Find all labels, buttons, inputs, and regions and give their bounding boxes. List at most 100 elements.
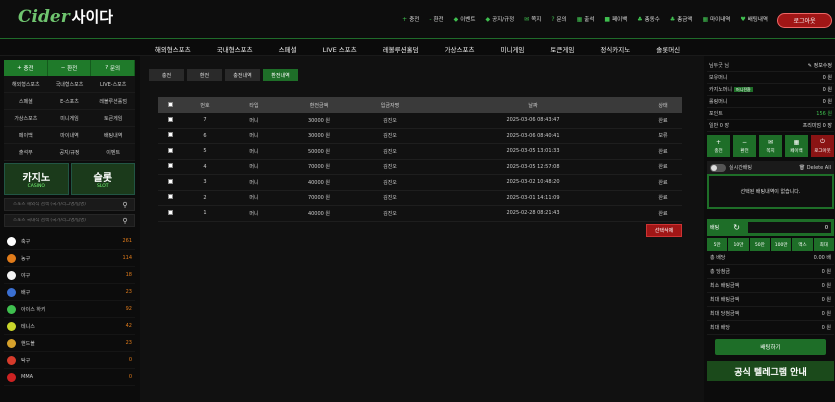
- side-menu-item[interactable]: 국내형스포츠: [47, 76, 92, 93]
- top-nav-my-history[interactable]: ▦ 마이내역: [697, 15, 735, 24]
- message-button[interactable]: ✉ 쪽지: [759, 135, 782, 157]
- main-nav-item[interactable]: 스페셜: [279, 39, 297, 55]
- amount-button[interactable]: 10만: [728, 238, 749, 251]
- sport-item-basketball[interactable]: 농구 114: [4, 250, 135, 267]
- sidebar-logout-button[interactable]: ⏻ 로그아웃: [811, 135, 834, 157]
- logo[interactable]: Cider 사이다: [18, 6, 113, 27]
- quick-withdraw-button[interactable]: − 환전: [47, 60, 92, 76]
- row-checkbox[interactable]: [167, 116, 173, 122]
- search-icon[interactable]: ⚲: [119, 217, 131, 225]
- withdraw-button[interactable]: − 환전: [733, 135, 756, 157]
- top-nav-payback[interactable]: ■ 페이백: [599, 15, 632, 24]
- main-nav-item[interactable]: 국내형스포츠: [217, 39, 253, 55]
- tab-deposit-history[interactable]: 충전내역: [225, 69, 260, 81]
- row-checkbox[interactable]: [167, 194, 173, 200]
- top-nav-message[interactable]: ✉ 쪽지: [519, 15, 546, 24]
- tab-withdraw[interactable]: 환전: [187, 69, 222, 81]
- select-all-checkbox[interactable]: [167, 101, 173, 107]
- payback-button[interactable]: ▦ 페이백: [785, 135, 808, 157]
- cell-date: 2025-03-06 08:40:41: [506, 132, 560, 139]
- main-nav-item[interactable]: 토큰게임: [550, 39, 574, 55]
- sport-item-volleyball[interactable]: 배구 23: [4, 284, 135, 301]
- row-checkbox-cell: [158, 116, 182, 124]
- casino-banner[interactable]: 카지노 CASINO: [4, 163, 69, 195]
- telegram-banner[interactable]: 공식 텔레그램 안내: [707, 361, 834, 381]
- row-checkbox[interactable]: [167, 209, 173, 215]
- top-nav-withdraw[interactable]: - 환전: [424, 15, 448, 24]
- refresh-icon[interactable]: ↻: [733, 223, 740, 232]
- amount-button[interactable]: 맥스: [792, 238, 813, 251]
- side-menu-item[interactable]: E-스포츠: [47, 93, 92, 110]
- row-checkbox-cell: [158, 147, 182, 155]
- sport-item-handball[interactable]: 핸드볼 23: [4, 335, 135, 352]
- tab-deposit[interactable]: 충전: [149, 69, 184, 81]
- main-nav-item[interactable]: 미니게임: [500, 39, 524, 55]
- top-nav-inquiry[interactable]: ? 문의: [546, 15, 571, 24]
- amount-button[interactable]: 최대: [813, 238, 834, 251]
- delete-selected-button[interactable]: 선택삭제: [646, 224, 682, 237]
- sport-item-table-tennis[interactable]: 탁구 0: [4, 352, 135, 369]
- right-sidebar: 님두긋 님 ✎ 정보수정 보유머니 0 원 카지노머니 머니전환 0 원 롤링머니 0 …: [707, 60, 834, 402]
- side-menu-item[interactable]: 가상스포츠: [4, 110, 48, 127]
- row-checkbox[interactable]: [167, 178, 173, 184]
- side-menu-item[interactable]: 레볼루션홀덤: [91, 93, 135, 110]
- top-nav-bet-history[interactable]: ♥ 배팅내역: [735, 15, 773, 24]
- sport-item-soccer[interactable]: 축구 261: [4, 233, 135, 250]
- amount-button[interactable]: 5만: [707, 238, 728, 251]
- deposit-button[interactable]: + 충전: [707, 135, 730, 157]
- main-nav-item[interactable]: LIVE 스포츠: [323, 39, 357, 55]
- main-nav-item[interactable]: 레볼루션홀덤: [383, 39, 419, 55]
- side-menu-item[interactable]: 해외형스포츠: [4, 76, 48, 93]
- top-nav-deposit[interactable]: + 충전: [397, 15, 424, 24]
- slot-banner[interactable]: 슬롯 SLOT: [70, 163, 135, 195]
- row-checkbox[interactable]: [167, 132, 173, 138]
- top-nav-event[interactable]: ◆ 이벤트: [449, 15, 481, 24]
- side-menu-item[interactable]: 이벤트: [91, 144, 135, 161]
- side-menu-item[interactable]: 마이내역: [47, 127, 92, 144]
- row-checkbox[interactable]: [167, 163, 173, 169]
- bet-amount-input[interactable]: 0: [747, 222, 831, 233]
- edit-profile-link[interactable]: ✎ 정보수정: [808, 62, 832, 69]
- side-menu-item[interactable]: 토큰게임: [91, 110, 135, 127]
- main-nav-item[interactable]: 솔롯머신: [656, 39, 680, 55]
- col-type: 타입: [249, 102, 259, 109]
- min-bet-row: 최소 배팅금액 0 원: [707, 279, 834, 293]
- row-checkbox[interactable]: [167, 147, 173, 153]
- main-nav-item[interactable]: 해외형스포츠: [155, 39, 191, 55]
- side-menu-item[interactable]: 배팅내역: [91, 127, 135, 144]
- side-menu-item[interactable]: LIVE-스포츠: [91, 76, 135, 93]
- place-bet-button[interactable]: 배팅하기: [715, 339, 826, 355]
- search-icon[interactable]: ⚲: [119, 201, 131, 209]
- side-menu-item[interactable]: 미니게임: [47, 110, 92, 127]
- convert-money-button[interactable]: 머니전환: [734, 87, 753, 92]
- amount-button[interactable]: 100만: [770, 238, 792, 251]
- side-menu-item[interactable]: 페이백: [4, 127, 48, 144]
- top-nav-attendance[interactable]: ▦ 출석: [572, 15, 600, 24]
- sport-item-baseball[interactable]: 야구 18: [4, 267, 135, 284]
- sport-item-ice-hockey[interactable]: 아이스 하키 92: [4, 301, 135, 318]
- cell-date: 2025-02-28 08:21:43: [506, 210, 560, 217]
- delete-all-button[interactable]: 🗑 Delete All: [799, 165, 831, 171]
- tab-withdraw-history[interactable]: 환전내역: [263, 69, 298, 81]
- quick-deposit-button[interactable]: + 충전: [4, 60, 48, 76]
- amount-button[interactable]: 50만: [749, 238, 770, 251]
- top-nav-total-amount[interactable]: ♣ 총금액: [665, 15, 698, 24]
- logo-mark: Cider: [18, 6, 70, 27]
- realtime-toggle[interactable]: [710, 163, 726, 172]
- side-menu-item[interactable]: 출석부: [4, 144, 48, 161]
- quick-inquiry-button[interactable]: ? 문의: [91, 60, 136, 76]
- top-nav-notice[interactable]: ◆ 공지/규정: [480, 15, 519, 24]
- sport-item-tennis[interactable]: 테니스 42: [4, 318, 135, 335]
- top-nav-total-count[interactable]: ♣ 총동수: [632, 15, 665, 24]
- side-menu-item[interactable]: 공지/규정: [47, 144, 92, 161]
- main-nav-item[interactable]: 가상스포츠: [445, 39, 475, 55]
- cell-depositor: 김진오: [383, 133, 397, 140]
- sport-item-mma[interactable]: MMA 0: [4, 369, 135, 386]
- logout-button[interactable]: 로그아웃: [777, 13, 832, 28]
- search-overseas-input[interactable]: [5, 202, 134, 207]
- main-nav-item[interactable]: 정식카지노: [600, 39, 630, 55]
- cell-amount: 30000 원: [307, 117, 331, 124]
- cell-status: 완료: [658, 148, 668, 155]
- search-domestic-input[interactable]: [5, 218, 134, 223]
- side-menu-item[interactable]: 스페셜: [4, 93, 48, 110]
